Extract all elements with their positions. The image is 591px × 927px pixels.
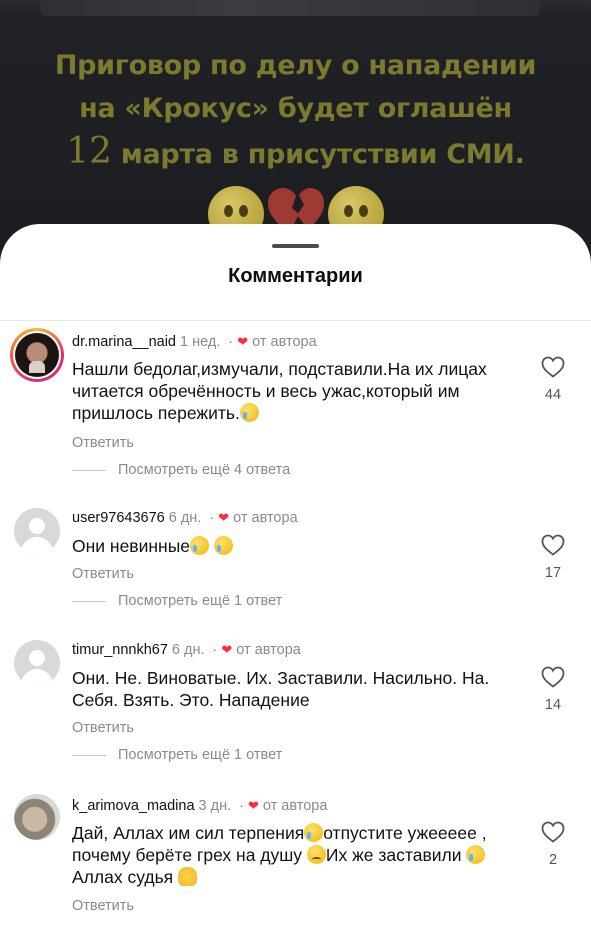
view-more-replies-label: Посмотреть ещё 4 ответа — [118, 462, 291, 478]
comment-text-content: Нашли бедолаг,измучали, подставили.На их… — [72, 359, 487, 423]
view-more-replies[interactable]: Посмотреть ещё 4 ответа — [72, 462, 290, 478]
comment-time: 3 дн. — [198, 798, 232, 814]
comment-time: 6 дн. — [171, 642, 205, 658]
comment-text-content: Они невинные — [72, 536, 191, 556]
heart-outline-icon — [541, 666, 565, 688]
view-more-replies-label: Посмотреть ещё 1 ответ — [118, 747, 283, 763]
avatar[interactable] — [10, 328, 64, 382]
divider — [0, 320, 591, 321]
author-liked-heart-icon: ❤ — [221, 642, 233, 657]
post-headline-line: Приговор по делу о нападении — [54, 50, 537, 81]
like-button[interactable]: 14 — [538, 666, 568, 713]
comment-text: Дай, Аллах им сил терпения отпустите ужее… — [72, 822, 502, 888]
post-headline-date-number: 12 — [66, 131, 112, 172]
comment-text-content: Дай, Аллах им сил терпения — [72, 823, 305, 843]
reply-button[interactable]: Ответить — [72, 435, 134, 451]
like-count: 2 — [548, 852, 558, 868]
post-headline-date-text: марта в присутствии СМИ. — [111, 139, 525, 170]
author-liked-label: от автора — [233, 510, 298, 526]
heart-outline-icon — [541, 356, 565, 378]
author-liked-heart-icon: ❤ — [247, 798, 259, 813]
author-liked-heart-icon: ❤ — [237, 334, 249, 349]
post-headline-line: на «Крокус» будет оглашён — [79, 93, 512, 124]
replies-line — [72, 754, 106, 756]
comment-username[interactable]: k_arimova_madina — [72, 798, 195, 814]
reply-button[interactable]: Ответить — [72, 898, 134, 914]
post-image-strip — [40, 0, 540, 16]
heart-outline-icon — [541, 821, 565, 843]
avatar[interactable] — [14, 640, 60, 686]
author-liked-label: от автора — [252, 334, 317, 350]
comment-text: Нашли бедолаг,измучали, подставили.На их… — [72, 358, 512, 424]
heart-outline-icon — [541, 534, 565, 556]
author-liked-label: от автора — [262, 798, 328, 814]
crying-face-emoji-icon — [304, 823, 324, 842]
comment-text-content: Их же заставили — [325, 845, 467, 865]
loudly-crying-face-emoji-icon — [466, 845, 486, 864]
post-headline: Приговор по делу о нападении на «Крокус»… — [0, 44, 591, 176]
view-more-replies[interactable]: Посмотреть ещё 1 ответ — [72, 747, 282, 763]
comments-sheet: Комментарии dr.marina__naid 1 нед. · ❤ от а… — [0, 224, 591, 927]
comment-time: 6 дн. — [168, 510, 202, 526]
comment-username[interactable]: dr.marina__naid — [72, 334, 176, 350]
like-button[interactable]: 17 — [538, 534, 568, 581]
sad-face-emoji-icon — [306, 845, 326, 864]
reply-button[interactable]: Ответить — [72, 720, 134, 736]
comment-header: dr.marina__naid 1 нед. · ❤ от автора — [72, 334, 317, 350]
comment-username[interactable]: user97643676 — [72, 510, 165, 526]
avatar-photo — [15, 333, 59, 377]
replies-line — [72, 600, 106, 602]
sheet-drag-handle[interactable] — [272, 244, 319, 248]
author-liked-label: от автора — [236, 642, 301, 658]
comment-text: Они. Не. Виноватые. Их. Заставили. Насил… — [72, 668, 490, 710]
post-headline-line: 12 марта в присутствии СМИ. — [0, 130, 591, 176]
open-hands-emoji-icon — [178, 867, 198, 886]
reply-button[interactable]: Ответить — [72, 566, 134, 582]
comment-header: user97643676 6 дн. · ❤ от автора — [72, 510, 298, 526]
like-count: 14 — [544, 697, 562, 713]
avatar[interactable] — [14, 508, 60, 554]
like-count: 44 — [544, 387, 562, 403]
like-button[interactable]: 2 — [538, 821, 568, 868]
comment-header: timur_nnnkh67 6 дн. · ❤ от автора — [72, 642, 301, 658]
comment-text-content: Аллах судья — [72, 867, 179, 887]
replies-line — [72, 469, 106, 471]
comment-text: Они невинные — [72, 535, 512, 557]
crying-face-emoji-icon — [213, 536, 233, 555]
avatar[interactable] — [14, 794, 60, 840]
sheet-title: Комментарии — [228, 265, 363, 287]
comment-username[interactable]: timur_nnnkh67 — [72, 642, 168, 658]
crying-face-emoji-icon — [239, 403, 259, 422]
like-count: 17 — [544, 565, 562, 581]
view-more-replies[interactable]: Посмотреть ещё 1 ответ — [72, 593, 282, 609]
author-liked-heart-icon: ❤ — [218, 510, 230, 525]
like-button[interactable]: 44 — [538, 356, 568, 403]
view-more-replies-label: Посмотреть ещё 1 ответ — [118, 593, 283, 609]
comment-time: 1 нед. — [180, 334, 221, 350]
crying-face-emoji-icon — [190, 536, 210, 555]
comment-header: k_arimova_madina 3 дн. · ❤ от автора — [72, 798, 328, 814]
